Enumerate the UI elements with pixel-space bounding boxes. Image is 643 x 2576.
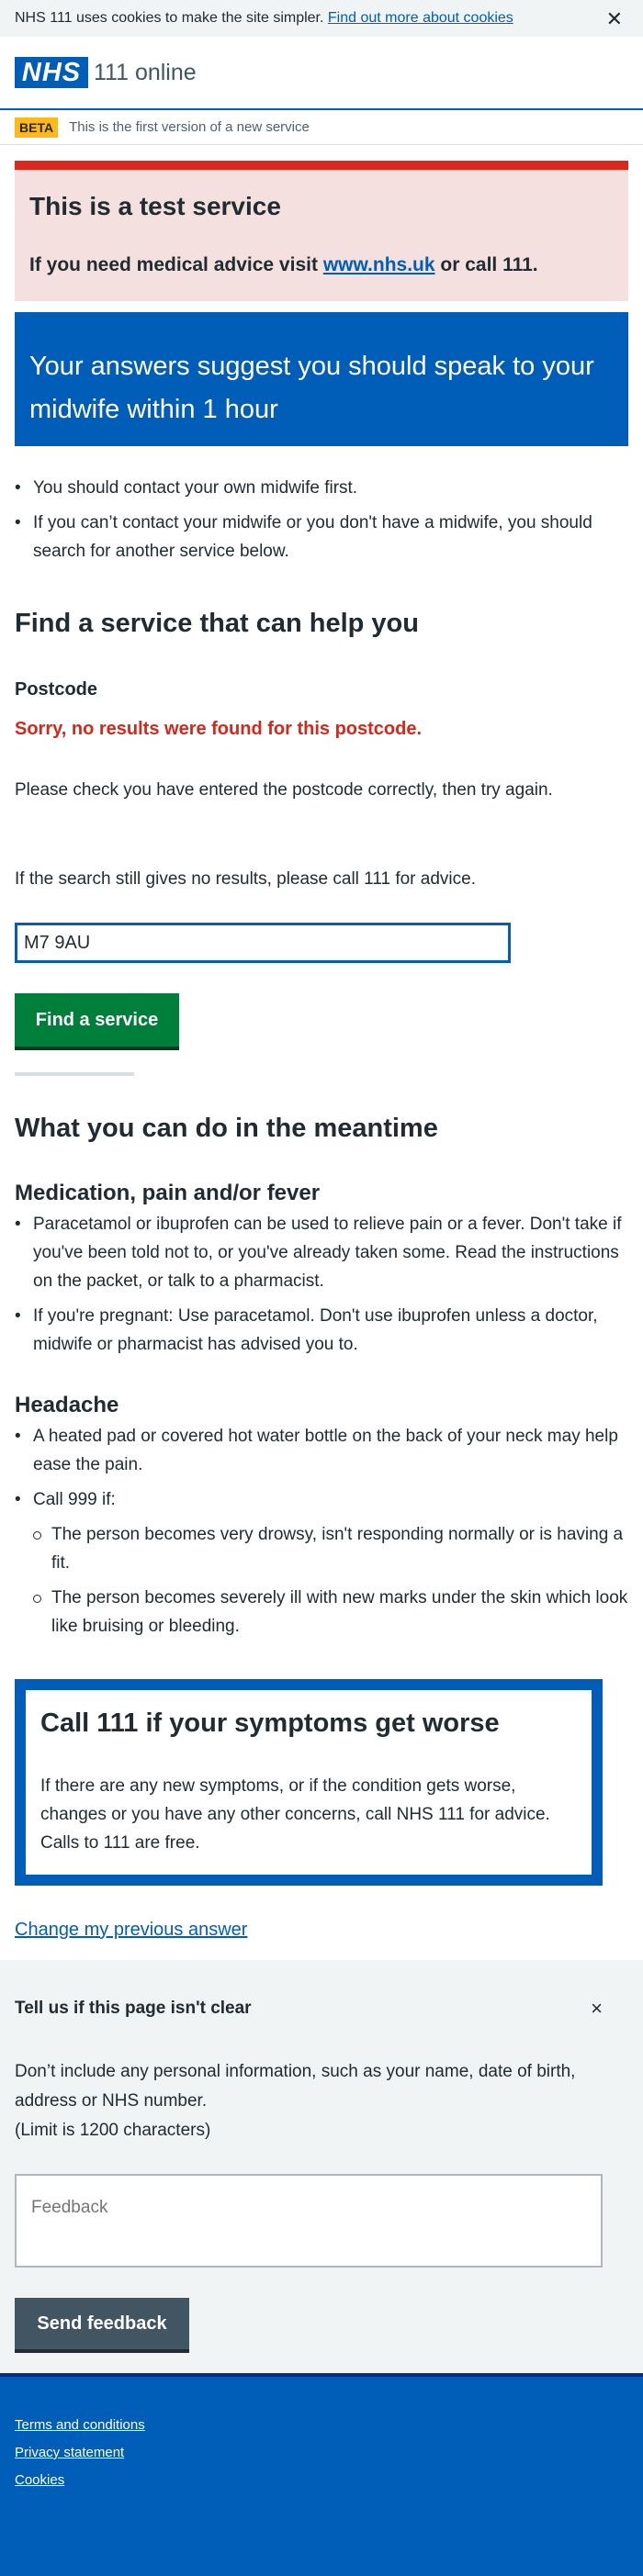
- cookie-banner: NHS 111 uses cookies to make the site si…: [0, 0, 643, 37]
- footer-link-terms[interactable]: Terms and conditions: [15, 2417, 628, 2433]
- footer-link-cookies[interactable]: Cookies: [15, 2472, 628, 2488]
- send-feedback-button[interactable]: Send feedback: [15, 2298, 189, 2349]
- footer-link-privacy[interactable]: Privacy statement: [15, 2445, 628, 2460]
- feedback-instructions: Don’t include any personal information, …: [15, 2057, 621, 2145]
- postcode-error-message: Sorry, no results were found for this po…: [15, 719, 423, 739]
- postcode-label: Postcode: [15, 679, 98, 700]
- medication-heading: Medication, pain and/or fever: [15, 1181, 321, 1205]
- list-item: If you can’t contact your midwife or you…: [15, 509, 628, 566]
- change-answer-link[interactable]: Change my previous answer: [15, 1920, 247, 1941]
- close-icon[interactable]: ✕: [606, 7, 623, 31]
- care-card: Call 111 if your symptoms get worse If t…: [15, 1679, 603, 1886]
- postcode-input[interactable]: [15, 923, 511, 963]
- test-service-title: This is a test service: [29, 192, 281, 220]
- list-item: The person becomes severely ill with new…: [33, 1584, 628, 1641]
- feedback-title: Tell us if this page isn't clear: [15, 1999, 252, 2018]
- postcode-call-text: If the search still gives no results, pl…: [15, 869, 476, 889]
- beta-tag: BETA: [15, 117, 59, 138]
- list-item: You should contact your own midwife firs…: [15, 474, 628, 502]
- call-999-list: The person becomes very drowsy, isn't re…: [33, 1520, 628, 1641]
- list-item: If you're pregnant: Use paracetamol. Don…: [15, 1302, 628, 1359]
- meantime-heading: What you can do in the meantime: [15, 1114, 438, 1143]
- advice-list: You should contact your own midwife firs…: [15, 474, 628, 566]
- feedback-section: Tell us if this page isn't clear × Don’t…: [0, 1960, 643, 2373]
- list-item: Paracetamol or ibuprofen can be used to …: [15, 1210, 628, 1295]
- list-item: A heated pad or covered hot water bottle…: [15, 1422, 628, 1479]
- postcode-check-text: Please check you have entered the postco…: [15, 780, 553, 800]
- care-card-heading: Call 111 if your symptoms get worse: [40, 1708, 500, 1738]
- headache-heading: Headache: [15, 1393, 119, 1417]
- test-service-text-before: If you need medical advice visit: [29, 254, 318, 275]
- find-service-heading: Find a service that can help you: [15, 609, 419, 638]
- feedback-privacy-text: Don’t include any personal information, …: [15, 2062, 576, 2111]
- cookie-info-link[interactable]: Find out more about cookies: [328, 10, 513, 27]
- disposition-banner: Your answers suggest you should speak to…: [15, 312, 628, 446]
- beta-banner: BETA This is the first version of a new …: [0, 110, 643, 145]
- care-card-text: If there are any new symptoms, or if the…: [40, 1776, 550, 1853]
- cookie-banner-text: NHS 111 uses cookies to make the site si…: [15, 10, 324, 26]
- list-item: The person becomes very drowsy, isn't re…: [33, 1520, 628, 1577]
- beta-text: This is the first version of a new servi…: [69, 119, 310, 135]
- headache-list: A heated pad or covered hot water bottle…: [15, 1422, 628, 1641]
- test-service-panel: This is a test service If you need medic…: [15, 161, 628, 301]
- service-name[interactable]: 111 online: [94, 60, 197, 86]
- section-divider: [15, 1072, 134, 1076]
- site-header: NHS 111 online: [0, 37, 643, 110]
- disposition-title: Your answers suggest you should speak to…: [29, 352, 594, 424]
- test-service-text-after: or call 111.: [440, 254, 538, 275]
- site-footer: Terms and conditions Privacy statement C…: [0, 2373, 643, 2576]
- feedback-textarea[interactable]: [15, 2174, 603, 2268]
- find-service-button[interactable]: Find a service: [15, 993, 179, 1047]
- nhs-website-link[interactable]: www.nhs.uk: [323, 254, 435, 275]
- nhs-logo[interactable]: NHS: [15, 57, 88, 88]
- call-999-text: Call 999 if:: [33, 1490, 116, 1509]
- list-item: Call 999 if: The person becomes very dro…: [15, 1485, 628, 1641]
- close-icon[interactable]: ×: [591, 1997, 603, 2021]
- medication-list: Paracetamol or ibuprofen can be used to …: [15, 1210, 628, 1359]
- feedback-limit-text: (Limit is 1200 characters): [15, 2121, 211, 2140]
- test-service-text: If you need medical advice visit www.nhs…: [29, 254, 614, 276]
